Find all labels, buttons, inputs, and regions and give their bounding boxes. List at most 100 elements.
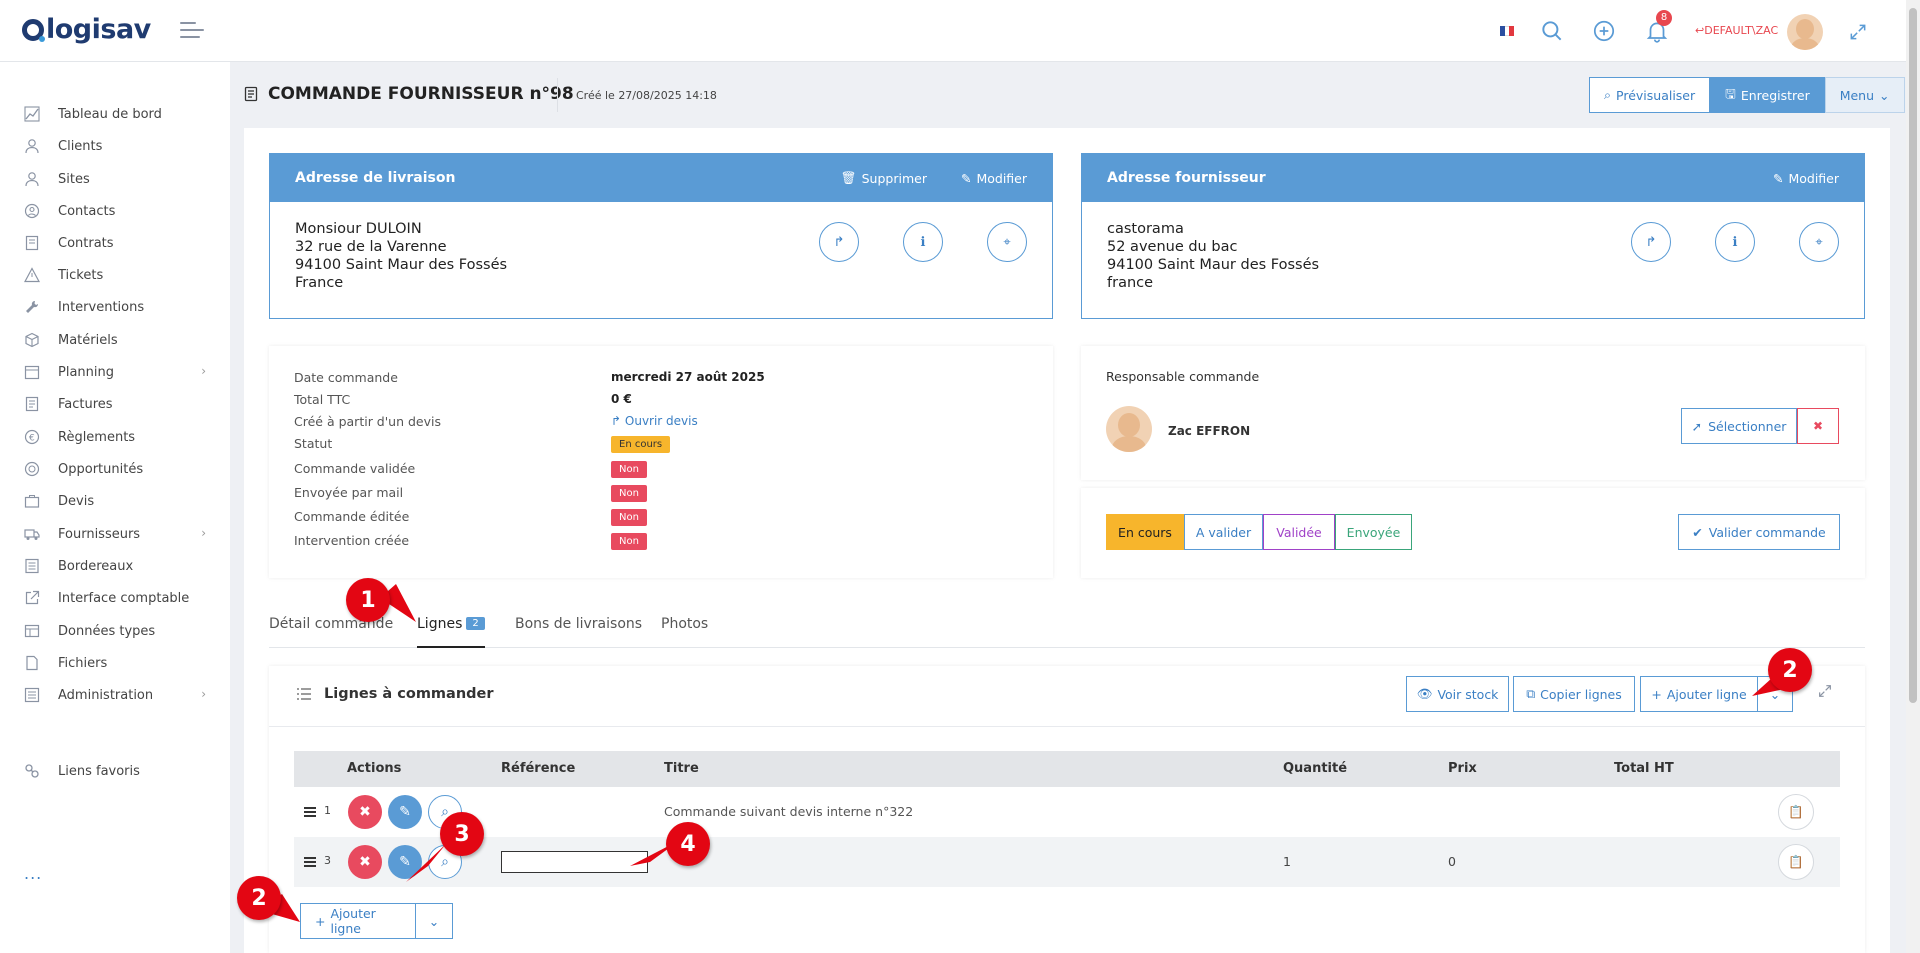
sidebar-item-tickets[interactable]: Tickets [24, 264, 206, 286]
cube-icon [25, 332, 39, 348]
invoice-icon [25, 396, 39, 412]
payment-icon: € [24, 429, 40, 445]
copier-lignes-button[interactable]: ⧉ Copier lignes [1513, 676, 1635, 712]
reference-input[interactable] [501, 851, 648, 873]
sidebar-item-label: Factures [58, 396, 113, 412]
step-a-valider[interactable]: A valider [1184, 514, 1263, 550]
briefcase-icon [24, 495, 40, 508]
user-switch-label[interactable]: ↩DEFAULT\ZAC [1695, 24, 1778, 37]
created-date: Créé le 27/08/2025 14:18 [576, 89, 717, 102]
warning-icon [24, 267, 40, 283]
sidebar-item-interface-comptable[interactable]: Interface comptable [24, 587, 206, 609]
info-supplier-button[interactable]: ℹ [1715, 222, 1755, 262]
logo[interactable]: logisav [22, 14, 151, 45]
info-icon: ℹ [1732, 234, 1738, 250]
edit-line-button[interactable]: ✎ [388, 845, 422, 879]
open-quote-link[interactable]: ↱ Ouvrir devis [611, 414, 698, 428]
voir-stock-button[interactable]: 👁 Voir stock [1406, 676, 1509, 712]
sidebar-item-label: Administration [58, 687, 154, 703]
sidebar-item-contacts[interactable]: Contacts [24, 200, 206, 222]
search-icon: ⌕ [1604, 87, 1612, 102]
map-address-button[interactable]: ⌖ [987, 222, 1027, 262]
ajouter-ligne-bottom-dropdown[interactable]: ⌄ [416, 903, 453, 939]
sidebar: Tableau de bord Clients Sites Contacts Contr… [0, 62, 230, 953]
sidebar-item-planning[interactable]: Planning › [24, 361, 206, 383]
sidebar-item-label: Opportunités [58, 461, 144, 477]
sidebar-more[interactable]: ... [24, 864, 42, 883]
sidebar-item-reglements[interactable]: € Règlements [24, 426, 206, 448]
sidebar-item-factures[interactable]: Factures [24, 393, 206, 415]
total-ttc: 0 € [611, 392, 632, 406]
lignes-count-badge: 2 [466, 617, 485, 630]
drag-handle-icon[interactable] [304, 807, 316, 819]
sidebar-item-bordereaux[interactable]: Bordereaux [24, 555, 206, 577]
sidebar-item-contrats[interactable]: Contrats [24, 232, 206, 254]
delete-address-button[interactable]: 🗑 Supprimer [841, 170, 927, 186]
cursor-icon: ➚ [1691, 418, 1703, 434]
tab-photos[interactable]: Photos [661, 616, 708, 648]
supplier-address-title: Adresse fournisseur [1107, 170, 1266, 186]
step-envoyee[interactable]: Envoyée [1335, 514, 1412, 550]
list-icon [297, 688, 311, 700]
sidebar-item-label: Interventions [58, 299, 145, 315]
step-validee[interactable]: Validée [1263, 514, 1335, 550]
ajouter-ligne-bottom-button[interactable]: + Ajouter ligne [300, 903, 416, 939]
flag-fr-icon[interactable] [1500, 26, 1515, 36]
delete-line-button[interactable]: ✖ [348, 795, 382, 829]
select-responsable-button[interactable]: ➚ Sélectionner [1681, 408, 1797, 444]
fullscreen-icon[interactable] [1848, 22, 1868, 42]
table-row: 1 ✖ ✎ ⌕ Commande suivant devis interne n… [294, 787, 1840, 837]
callout-3: 3 [440, 812, 484, 856]
sidebar-item-materiels[interactable]: Matériels [24, 329, 206, 351]
preview-button[interactable]: ⌕ Prévisualiser [1589, 77, 1711, 113]
edit-delivery-address-button[interactable]: ✎ Modifier [961, 170, 1027, 186]
scrollbar-thumb[interactable] [1909, 8, 1917, 703]
tabs: Détail commande Lignes 2 Bons de livraiso… [269, 606, 1865, 648]
ajouter-ligne-button[interactable]: + Ajouter ligne [1640, 676, 1758, 712]
sidebar-item-tableau-de-bord[interactable]: Tableau de bord [24, 103, 206, 125]
tab-lignes[interactable]: Lignes 2 [417, 616, 485, 648]
sidebar-item-label: Liens favoris [58, 763, 140, 779]
sidebar-item-label: Planning [58, 364, 114, 380]
expand-icon[interactable] [1817, 683, 1833, 699]
callout-4: 4 [666, 822, 710, 866]
tab-bons-livraisons[interactable]: Bons de livraisons [515, 616, 642, 648]
sidebar-item-clients[interactable]: Clients [24, 135, 206, 157]
sidebar-item-liens-favoris[interactable]: Liens favoris [24, 760, 206, 782]
sidebar-item-sites[interactable]: Sites [24, 168, 206, 190]
share-supplier-button[interactable]: ↱ [1631, 222, 1671, 262]
sidebar-item-administration[interactable]: Administration › [24, 684, 206, 706]
copy-icon: ⧉ [1526, 686, 1536, 701]
share-arrow-icon: ↱ [1645, 234, 1657, 250]
user-icon [25, 172, 39, 187]
sidebar-item-fichiers[interactable]: Fichiers [24, 652, 206, 674]
edit-supplier-address-button[interactable]: ✎ Modifier [1773, 171, 1839, 186]
copy-line-button[interactable]: 📋 [1778, 844, 1814, 880]
save-button[interactable]: 🖫 Enregistrer [1710, 77, 1825, 113]
sidebar-item-devis[interactable]: Devis [24, 490, 206, 512]
drag-handle-icon[interactable] [304, 857, 316, 869]
sidebar-item-opportunites[interactable]: Opportunités [24, 458, 206, 480]
share-address-button[interactable]: ↱ [819, 222, 859, 262]
edit-line-button[interactable]: ✎ [388, 795, 422, 829]
close-icon: ✖ [1812, 419, 1824, 433]
map-supplier-button[interactable]: ⌖ [1799, 222, 1839, 262]
sidebar-item-interventions[interactable]: Interventions [24, 296, 206, 318]
remove-responsable-button[interactable]: ✖ [1797, 408, 1839, 444]
sidebar-item-fournisseurs[interactable]: Fournisseurs › [24, 523, 206, 545]
search-icon[interactable] [1539, 18, 1565, 44]
avatar[interactable] [1787, 14, 1823, 50]
add-circle-icon[interactable] [1591, 18, 1617, 44]
sidebar-item-donnees-types[interactable]: Données types [24, 620, 206, 642]
pencil-icon: ✎ [960, 170, 972, 186]
logo-text: logisav [46, 14, 151, 45]
responsable-card: Responsable commande Zac EFFRON ➚ Sélecti… [1081, 346, 1865, 480]
validate-order-button[interactable]: ✔ Valider commande [1678, 514, 1840, 550]
scrollbar[interactable] [1906, 0, 1920, 953]
step-en-cours[interactable]: En cours [1106, 514, 1184, 550]
delete-line-button[interactable]: ✖ [348, 845, 382, 879]
info-address-button[interactable]: ℹ [903, 222, 943, 262]
hamburger-menu-icon[interactable] [180, 22, 204, 40]
menu-dropdown-button[interactable]: Menu ⌄ [1824, 77, 1905, 113]
copy-line-button[interactable]: 📋 [1778, 794, 1814, 830]
